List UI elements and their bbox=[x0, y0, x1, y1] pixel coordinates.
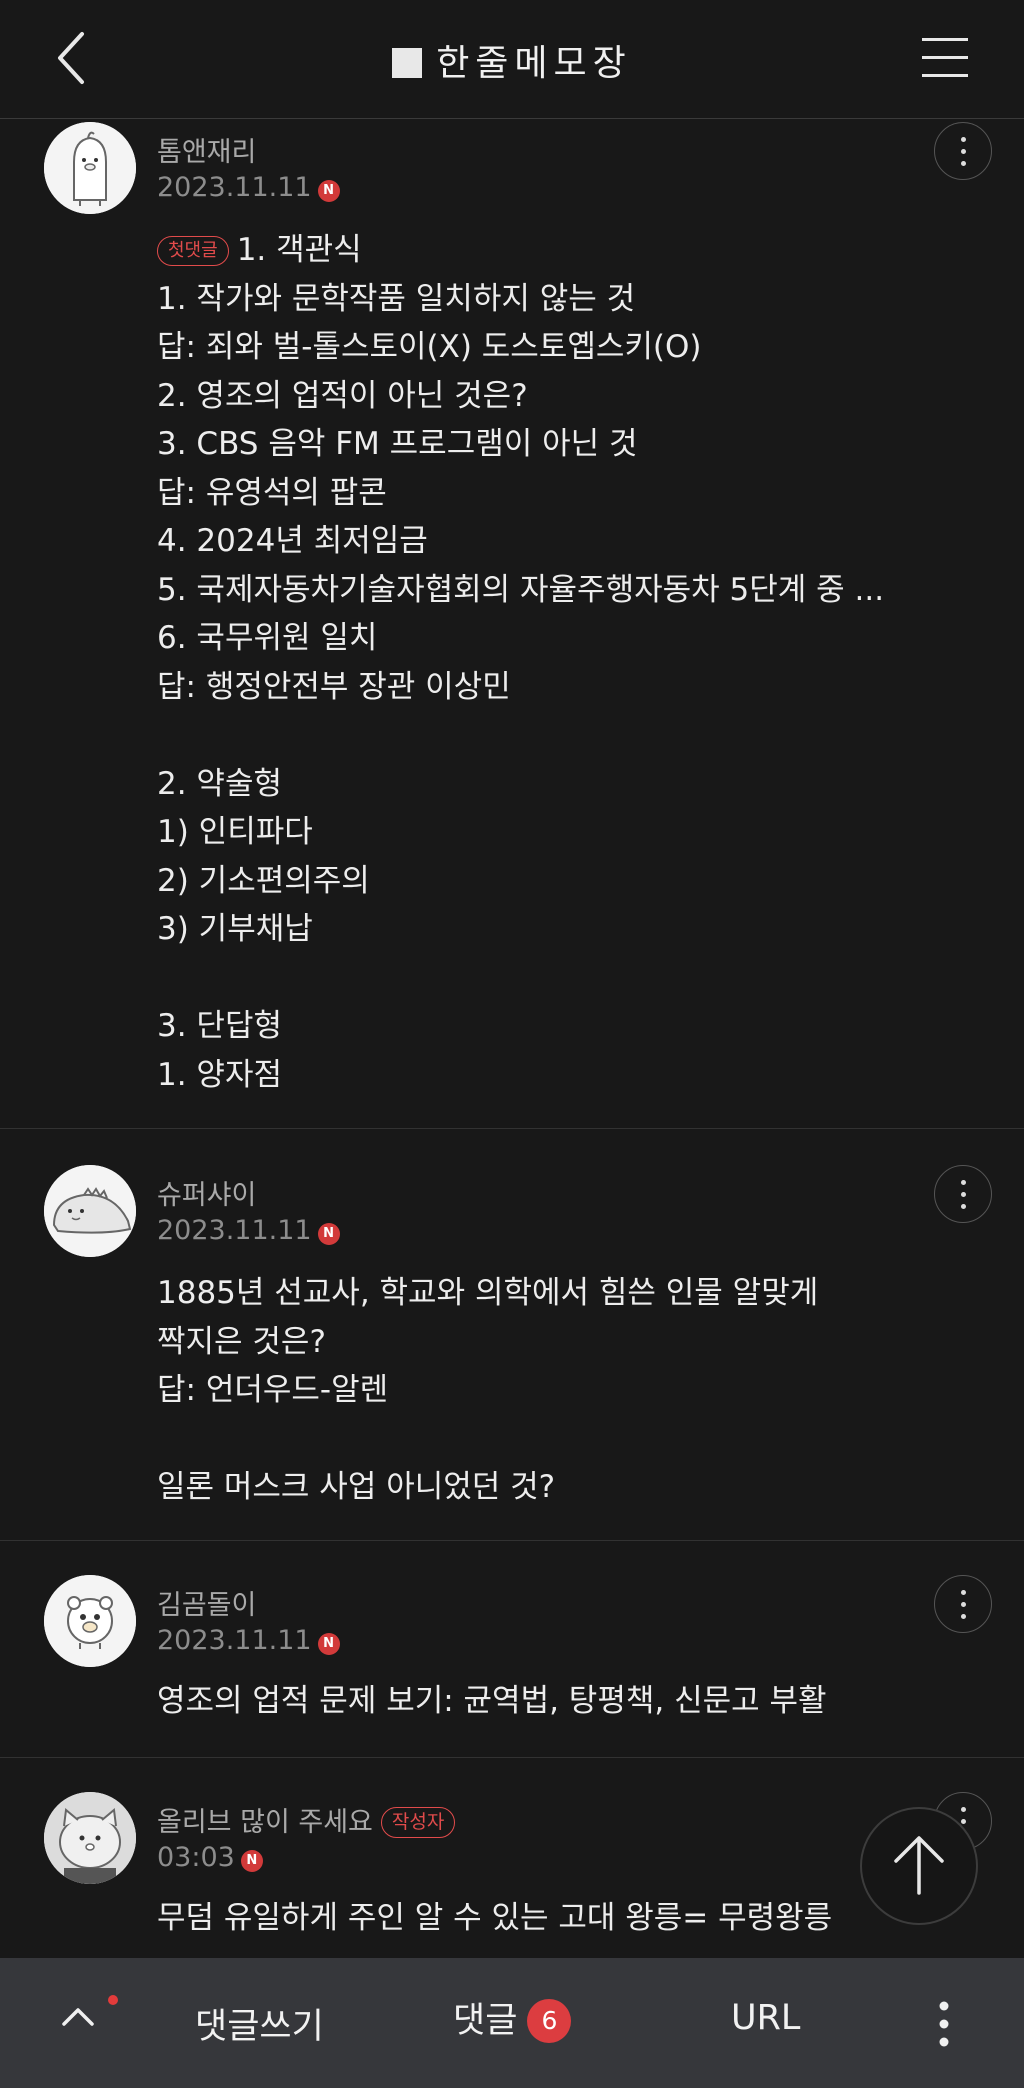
comment-nickname[interactable]: 김곰돌이 bbox=[157, 1583, 256, 1622]
comment-date: 2023.11.11 N bbox=[157, 172, 340, 203]
comment-line: 1885년 선교사, 학교와 의학에서 힘쓴 인물 알맞게 bbox=[157, 1275, 819, 1311]
new-badge: N bbox=[317, 1633, 340, 1655]
comment-line: 짝지은 것은? bbox=[157, 1323, 326, 1360]
comment-line: 답: 언더우드-알렌 bbox=[157, 1372, 389, 1408]
comment-line: 답: 행정안전부 장관 이상민 bbox=[157, 668, 511, 705]
comments-button[interactable]: 댓글 6 bbox=[453, 1992, 572, 2043]
comment-nickname[interactable]: 올리브 많이 주세요 작성자 bbox=[157, 1800, 456, 1839]
menu-icon[interactable] bbox=[922, 38, 968, 80]
write-comment-button[interactable]: 댓글쓰기 bbox=[195, 1998, 324, 2049]
more-icon[interactable] bbox=[934, 1575, 992, 1633]
comment-line: 3) 기부채납 bbox=[157, 911, 313, 947]
comment-nickname[interactable]: 슈퍼샤이 bbox=[157, 1173, 256, 1212]
comment-item: 톰앤재리 2023.11.11 N 첫댓글 1. 객관식 1. 작가와 문학작품 일치… bbox=[0, 119, 1024, 1129]
comment-line: 일론 머스크 사업 아니었던 것? bbox=[157, 1469, 556, 1505]
comment-date: 03:03 N bbox=[157, 1842, 263, 1873]
chevron-up-icon[interactable] bbox=[60, 2004, 96, 2030]
page-title: 한줄메모장 bbox=[0, 34, 1024, 86]
comment-line: 첫댓글 1. 객관식 bbox=[157, 226, 884, 275]
top-app-bar: 한줄메모장 bbox=[0, 0, 1024, 119]
comment-line: 2. 영조의 업적이 아닌 것은? bbox=[157, 377, 528, 414]
comment-body: 영조의 업적 문제 보기: 균역법, 탕평책, 신문고 부활 bbox=[157, 1677, 827, 1726]
comment-line: 답: 죄와 벌-톨스토이(X) 도스토옙스키(O) bbox=[157, 329, 702, 365]
notification-dot bbox=[108, 1995, 118, 2005]
comment-date: 2023.11.11 N bbox=[157, 1215, 340, 1246]
comment-line: 무덤 유일하게 주인 알 수 있는 고대 왕릉= 무령왕릉 bbox=[157, 1900, 833, 1936]
comment-line: 3. CBS 음악 FM 프로그램이 아닌 것 bbox=[157, 426, 638, 462]
more-icon[interactable] bbox=[934, 122, 992, 180]
square-icon bbox=[392, 48, 423, 78]
avatar[interactable] bbox=[44, 1792, 136, 1884]
comment-line: 영조의 업적 문제 보기: 균역법, 탕평책, 신문고 부활 bbox=[157, 1683, 827, 1719]
bottom-action-bar: 댓글쓰기 댓글 6 URL bbox=[0, 1958, 1024, 2088]
comment-line: 답: 유영석의 팝콘 bbox=[157, 474, 387, 511]
comment-line: 2) 기소편의주의 bbox=[157, 862, 370, 899]
comment-line: 6. 국무위원 일치 bbox=[157, 620, 378, 656]
comment-line: 3. 단답형 bbox=[157, 1008, 282, 1044]
comment-line: 1) 인티파다 bbox=[157, 814, 313, 850]
avatar[interactable] bbox=[44, 1575, 136, 1667]
first-comment-tag: 첫댓글 bbox=[157, 236, 229, 266]
comment-line: 1. 작가와 문학작품 일치하지 않는 것 bbox=[157, 280, 636, 317]
avatar[interactable] bbox=[44, 1165, 136, 1257]
kebab-icon[interactable] bbox=[938, 2000, 950, 2048]
url-button[interactable]: URL bbox=[731, 1998, 800, 2038]
new-badge: N bbox=[317, 180, 340, 202]
new-badge: N bbox=[240, 1850, 263, 1872]
comment-line bbox=[157, 1415, 818, 1464]
comment-item: 슈퍼샤이 2023.11.11 N 1885년 선교사, 학교와 의학에서 힘쓴 … bbox=[0, 1129, 1024, 1541]
comment-line: 5. 국제자동차기술자협회의 자율주행자동차 5단계 중 ... bbox=[157, 571, 885, 608]
scroll-top-icon[interactable] bbox=[860, 1807, 978, 1925]
comment-line bbox=[157, 711, 884, 760]
comment-line: 1. 양자점 bbox=[157, 1056, 282, 1093]
comment-date: 2023.11.11 N bbox=[157, 1625, 340, 1656]
comment-line: 2. 약술형 bbox=[157, 765, 282, 802]
comment-nickname[interactable]: 톰앤재리 bbox=[157, 130, 256, 169]
comment-count-badge: 6 bbox=[527, 1999, 572, 2043]
avatar[interactable] bbox=[44, 122, 136, 214]
more-icon[interactable] bbox=[934, 1165, 992, 1223]
comment-body: 첫댓글 1. 객관식 1. 작가와 문학작품 일치하지 않는 것답: 죄와 벌-톨스… bbox=[157, 226, 884, 1099]
comment-line: 4. 2024년 최저임금 bbox=[157, 523, 428, 559]
new-badge: N bbox=[317, 1223, 340, 1245]
comment-line bbox=[157, 954, 884, 1003]
comment-body: 1885년 선교사, 학교와 의학에서 힘쓴 인물 알맞게짝지은 것은? 답: 언… bbox=[157, 1269, 818, 1512]
comment-body: 무덤 유일하게 주인 알 수 있는 고대 왕릉= 무령왕릉 bbox=[157, 1894, 832, 1943]
comment-item: 김곰돌이 2023.11.11 N 영조의 업적 문제 보기: 균역법, 탕평책,… bbox=[0, 1541, 1024, 1758]
author-tag: 작성자 bbox=[380, 1807, 456, 1838]
